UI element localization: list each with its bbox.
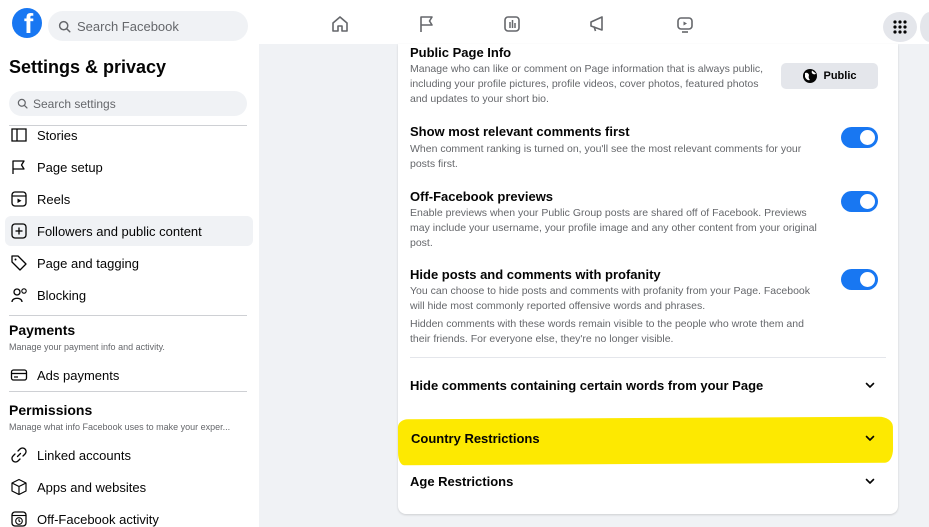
book-icon: [10, 126, 28, 144]
sidebar-item-blocking[interactable]: Blocking: [5, 280, 253, 310]
search-icon: [58, 20, 71, 33]
public-button-label: Public: [823, 70, 857, 82]
public-page-info-title: Public Page Info: [410, 45, 512, 60]
chevron-down-icon: [864, 379, 876, 391]
account-avatar[interactable]: [920, 12, 929, 42]
sidebar-item-page-and-tagging[interactable]: Page and tagging: [5, 248, 253, 278]
relevant-comments-toggle[interactable]: [841, 127, 878, 148]
sidebar-title: Settings & privacy: [9, 57, 167, 77]
toggle-knob: [860, 272, 875, 287]
sidebar-item-label: Page and tagging: [37, 255, 139, 271]
sidebar-item-reels[interactable]: Reels: [5, 184, 253, 214]
relevant-comments-title: Show most relevant comments first: [410, 124, 630, 139]
top-navigation-bar: f Search Facebook: [0, 0, 929, 44]
sidebar-item-linked-accounts[interactable]: Linked accounts: [5, 440, 253, 470]
chevron-down-icon[interactable]: [864, 432, 876, 444]
facebook-search-input[interactable]: Search Facebook: [48, 11, 248, 41]
hide-words-row[interactable]: Hide comments containing certain words f…: [398, 364, 898, 406]
link-icon: [10, 446, 28, 464]
followers-icon: [10, 222, 28, 240]
sidebar-item-label: Linked accounts: [37, 447, 131, 463]
profanity-filter-toggle[interactable]: [841, 269, 878, 290]
tag-icon: [10, 254, 28, 272]
reels-icon: [10, 190, 28, 208]
flag-icon[interactable]: [417, 14, 437, 34]
video-icon[interactable]: [502, 14, 522, 34]
settings-sidebar: Settings & privacy Search settings Stori…: [0, 44, 259, 527]
payments-subtitle: Manage your payment info and activity.: [9, 342, 165, 352]
toggle-knob: [860, 130, 875, 145]
public-audience-button[interactable]: Public: [781, 63, 878, 89]
section-divider: [410, 357, 886, 358]
history-icon: [10, 510, 28, 527]
age-restrictions-label: Age Restrictions: [410, 473, 514, 489]
sidebar-item-label: Ads payments: [37, 367, 120, 383]
home-icon[interactable]: [330, 14, 350, 34]
payments-heading: Payments: [9, 322, 76, 338]
facebook-search-placeholder: Search Facebook: [77, 18, 179, 34]
sidebar-item-apps-and-websites[interactable]: Apps and websites: [5, 472, 253, 502]
profanity-filter-description: You can choose to hide posts and comment…: [410, 285, 811, 312]
search-icon: [17, 98, 28, 109]
off-facebook-previews-title: Off-Facebook previews: [410, 189, 554, 204]
chevron-down-icon: [864, 475, 876, 487]
sidebar-item-page-setup[interactable]: Page setup: [5, 152, 253, 182]
sidebar-divider: [9, 315, 247, 316]
sidebar-item-label: Off-Facebook activity: [37, 511, 159, 527]
toggle-knob: [860, 194, 875, 209]
settings-search-input[interactable]: Search settings: [9, 91, 247, 116]
hide-words-label: Hide comments containing certain words f…: [410, 377, 764, 393]
permissions-heading: Permissions: [9, 402, 93, 418]
sidebar-item-label: Stories: [37, 127, 78, 143]
profanity-filter-note: Hidden comments with these words remain …: [410, 318, 804, 345]
sidebar-item-stories[interactable]: Stories: [5, 120, 253, 150]
gaming-icon[interactable]: [675, 14, 695, 34]
sidebar-divider: [9, 391, 247, 392]
off-facebook-previews-description: Enable previews when your Public Group p…: [410, 207, 817, 249]
globe-icon: [803, 69, 818, 83]
country-restrictions-row[interactable]: Country Restrictions: [411, 431, 540, 446]
sidebar-item-off-facebook-activity[interactable]: Off-Facebook activity: [5, 504, 253, 527]
sidebar-item-label: Reels: [37, 191, 71, 207]
megaphone-icon[interactable]: [588, 14, 608, 34]
public-page-info-description: Manage who can like or comment on Page i…: [410, 63, 764, 105]
sidebar-item-label: Page setup: [37, 159, 103, 175]
sidebar-item-ads-payments[interactable]: Ads payments: [5, 360, 253, 390]
facebook-logo-icon[interactable]: f: [12, 8, 42, 38]
sidebar-item-label: Apps and websites: [37, 479, 147, 495]
card-icon: [10, 366, 28, 384]
profanity-filter-title: Hide posts and comments with profanity: [410, 267, 661, 282]
blocking-icon: [10, 286, 28, 304]
cube-icon: [10, 478, 28, 496]
age-restrictions-row[interactable]: Age Restrictions: [398, 460, 898, 502]
permissions-subtitle: Manage what info Facebook uses to make y…: [9, 422, 231, 432]
grid-menu-icon[interactable]: [883, 12, 917, 42]
off-facebook-previews-toggle[interactable]: [841, 191, 878, 212]
settings-search-placeholder: Search settings: [33, 96, 116, 111]
sidebar-item-label: Blocking: [37, 287, 87, 303]
sidebar-item-followers-and-public-content[interactable]: Followers and public content: [5, 216, 253, 246]
flag-icon: [10, 158, 28, 176]
sidebar-item-label: Followers and public content: [37, 223, 202, 239]
relevant-comments-description: When comment ranking is turned on, you'l…: [410, 143, 802, 170]
